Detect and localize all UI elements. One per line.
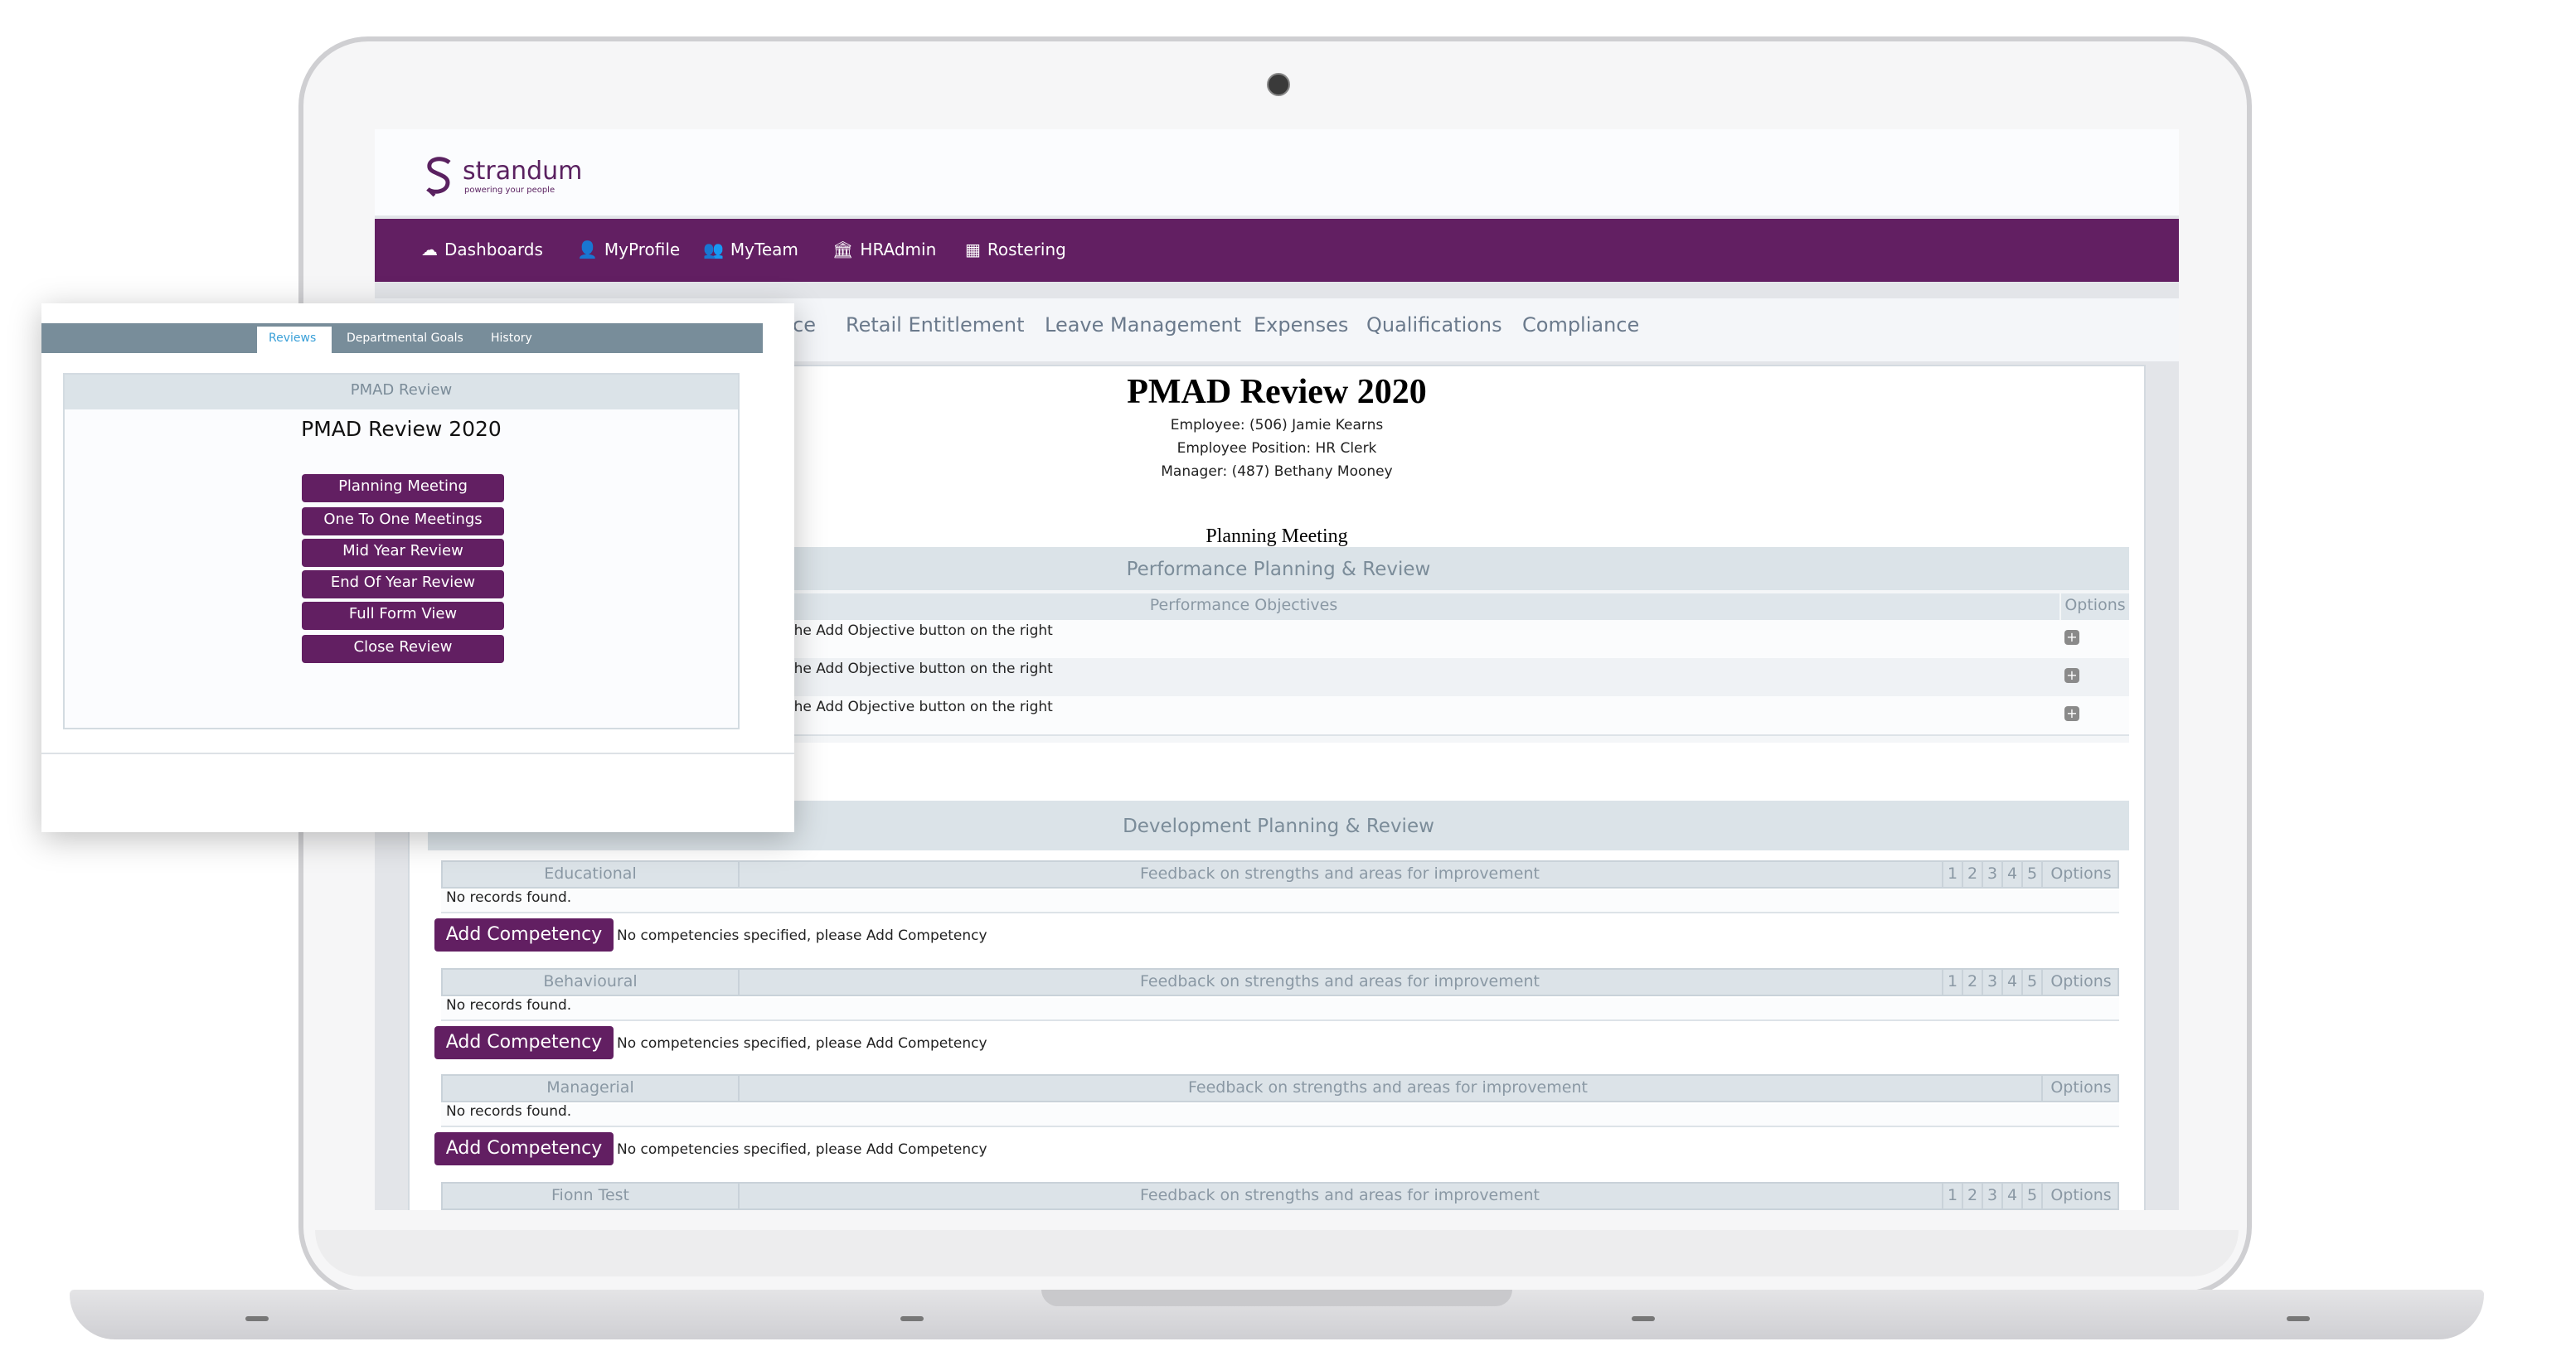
add-objective-icon[interactable]: + <box>2064 630 2079 645</box>
feedback-header: Feedback on strengths and areas for impr… <box>1140 972 1540 990</box>
user-icon: 👤 <box>577 242 598 260</box>
add-competency-hint: No competencies specified, please Add Co… <box>617 928 987 945</box>
competency-block: Educational Feedback on strengths and are… <box>434 860 2122 960</box>
laptop-chin <box>315 1230 2239 1276</box>
box-header: PMAD Review <box>65 375 738 409</box>
add-competency-button[interactable]: Add Competency <box>434 1132 614 1165</box>
rating-column: 4 <box>2001 862 2021 887</box>
tab-history[interactable]: History <box>491 332 532 345</box>
category-name: Managerial <box>443 1076 740 1101</box>
laptop-mockup: strandum powering your people ☁ Dashboard… <box>0 0 2576 1356</box>
nav-myteam[interactable]: 👥 MyTeam <box>703 242 798 260</box>
app-header: strandum powering your people <box>375 129 2179 216</box>
tab-qualifications[interactable]: Qualifications <box>1366 313 1502 337</box>
brand-tagline: powering your people <box>464 186 555 196</box>
add-competency-hint: No competencies specified, please Add Co… <box>617 1142 987 1159</box>
no-records-text: No records found. <box>441 890 2119 913</box>
options-header: Options <box>2041 862 2119 887</box>
options-header: Options <box>2041 1183 2119 1208</box>
mid-year-review-button[interactable]: Mid Year Review <box>302 539 504 567</box>
tab-reviews[interactable]: Reviews <box>269 332 316 345</box>
column-header: Options <box>2061 593 2129 620</box>
tab-expenses[interactable]: Expenses <box>1254 313 1348 337</box>
calendar-icon: ▦ <box>965 242 981 260</box>
feedback-header: Feedback on strengths and areas for impr… <box>1188 1079 1588 1097</box>
feedback-header: Feedback on strengths and areas for impr… <box>1140 865 1540 884</box>
overlay-tabs: Reviews Departmental Goals History <box>41 323 763 353</box>
rating-column: 5 <box>2021 862 2041 887</box>
add-competency-button[interactable]: Add Competency <box>434 918 614 952</box>
end-of-year-review-button[interactable]: End Of Year Review <box>302 570 504 598</box>
strandum-logo[interactable]: strandum powering your people <box>421 156 582 206</box>
add-competency-button[interactable]: Add Competency <box>434 1025 614 1058</box>
rating-column: 1 <box>1942 969 1962 994</box>
competency-header: Educational Feedback on strengths and are… <box>441 860 2119 889</box>
nav-hradmin[interactable]: 🏛 HRAdmin <box>832 242 936 260</box>
nav-label: MyProfile <box>604 242 681 260</box>
bank-icon: 🏛 <box>832 242 854 260</box>
tab-retail-entitlement[interactable]: Retail Entitlement <box>846 313 1025 337</box>
laptop-foot <box>2287 1316 2310 1321</box>
rating-column: 4 <box>2001 969 2021 994</box>
add-competency-hint: No competencies specified, please Add Co… <box>617 1035 987 1052</box>
no-records-text: No records found. <box>441 1104 2119 1127</box>
pmad-review-box: PMAD Review PMAD Review 2020 Planning Me… <box>63 373 740 729</box>
planning-meeting-button[interactable]: Planning Meeting <box>302 474 504 502</box>
tab-departmental-goals[interactable]: Departmental Goals <box>347 332 463 345</box>
rating-column: 1 <box>1942 862 1962 887</box>
options-header: Options <box>2041 969 2119 994</box>
rating-column: 5 <box>2021 1183 2041 1208</box>
tab-leave-management[interactable]: Leave Management <box>1045 313 1241 337</box>
tab-performance[interactable]: ce <box>793 313 816 337</box>
competency-header: Behavioural Feedback on strengths and are… <box>441 967 2119 995</box>
laptop-foot <box>900 1316 924 1321</box>
rating-column: 3 <box>1982 969 2001 994</box>
nav-dashboards[interactable]: ☁ Dashboards <box>421 242 543 260</box>
dashboard-icon: ☁ <box>421 242 438 260</box>
category-name: Fionn Test <box>443 1183 740 1208</box>
review-overlay-card: Reviews Departmental Goals History PMAD … <box>41 303 794 832</box>
nav-myprofile[interactable]: 👤 MyProfile <box>577 242 680 260</box>
competency-block: Behavioural Feedback on strengths and are… <box>434 967 2122 1067</box>
laptop-foot <box>1632 1316 1655 1321</box>
rating-column: 2 <box>1962 969 1982 994</box>
rating-column: 3 <box>1982 862 2001 887</box>
competency-block: Fionn Test Feedback on strengths and area… <box>434 1181 2122 1210</box>
strandum-logo-icon <box>426 157 451 197</box>
competency-header: Fionn Test Feedback on strengths and area… <box>441 1181 2119 1209</box>
brand-name: strandum <box>463 156 583 186</box>
options-header: Options <box>2041 1076 2119 1101</box>
add-objective-icon[interactable]: + <box>2064 668 2079 683</box>
rating-column: 2 <box>1962 1183 1982 1208</box>
nav-label: Rostering <box>987 242 1066 260</box>
main-nav: ☁ Dashboards 👤 MyProfile 👥 MyTeam 🏛 HRAdmin … <box>375 219 2179 282</box>
divider <box>41 753 794 754</box>
team-icon: 👥 <box>703 242 724 260</box>
add-objective-icon[interactable]: + <box>2064 706 2079 721</box>
competency-block: Managerial Feedback on strengths and area… <box>434 1074 2122 1174</box>
nav-label: MyTeam <box>730 242 798 260</box>
nav-rostering[interactable]: ▦ Rostering <box>965 242 1066 260</box>
rating-column: 2 <box>1962 862 1982 887</box>
one-to-one-meetings-button[interactable]: One To One Meetings <box>302 507 504 535</box>
nav-label: HRAdmin <box>860 242 937 260</box>
overlay-title: PMAD Review 2020 <box>301 416 502 441</box>
close-review-button[interactable]: Close Review <box>302 635 504 663</box>
feedback-header: Feedback on strengths and areas for impr… <box>1140 1186 1540 1204</box>
rating-column: 1 <box>1942 1183 1962 1208</box>
camera <box>1267 73 1290 96</box>
full-form-view-button[interactable]: Full Form View <box>302 602 504 630</box>
laptop-notch <box>1041 1290 1512 1306</box>
nav-label: Dashboards <box>444 242 543 260</box>
rating-column: 4 <box>2001 1183 2021 1208</box>
no-records-text: No records found. <box>441 997 2119 1020</box>
laptop-foot <box>245 1316 269 1321</box>
competency-header: Managerial Feedback on strengths and area… <box>441 1074 2119 1102</box>
rating-column: 3 <box>1982 1183 2001 1208</box>
category-name: Educational <box>443 862 740 887</box>
tab-compliance[interactable]: Compliance <box>1522 313 1639 337</box>
rating-column: 5 <box>2021 969 2041 994</box>
category-name: Behavioural <box>443 969 740 994</box>
